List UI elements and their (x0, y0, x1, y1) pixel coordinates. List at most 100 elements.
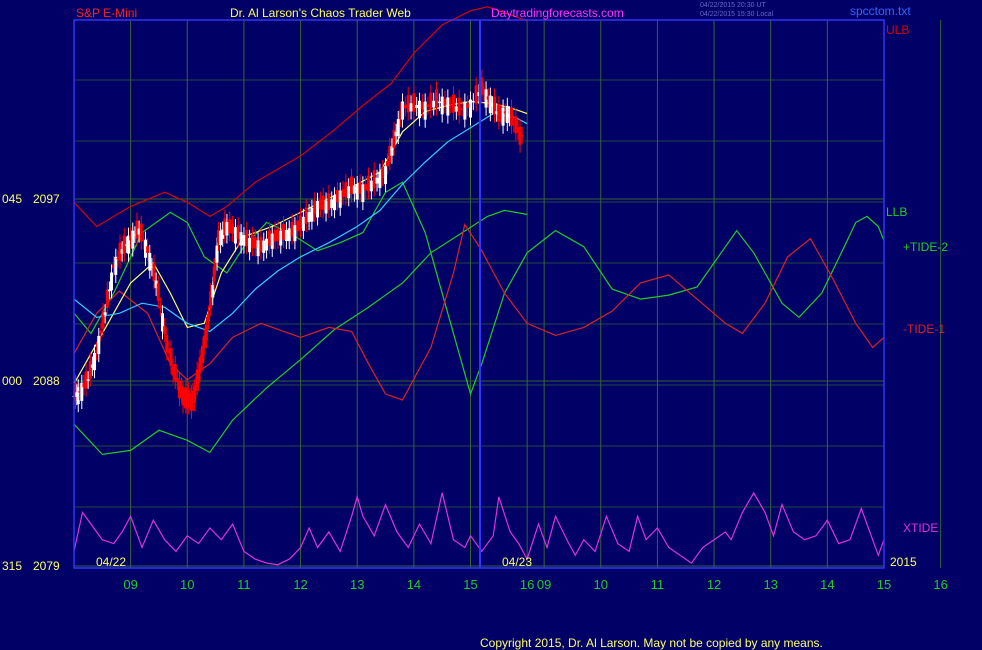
price-bar-body (321, 195, 325, 211)
time-ut: 04/22/2015 20:30 UT (700, 2, 766, 9)
price-bar-body (131, 230, 135, 249)
price-bar-body (466, 103, 470, 109)
date-label-day2: 04/23 (502, 555, 532, 569)
y-tick-label: 2097 (33, 192, 60, 206)
price-bar-body (415, 105, 419, 108)
site-title: Dr. Al Larson's Chaos Trader Web (230, 6, 411, 20)
copyright: Copyright 2015, Dr. Al Larson. May not b… (480, 636, 823, 650)
price-bar-body (163, 326, 167, 335)
price-bar-body (454, 106, 458, 112)
x-tick-label: 15 (463, 577, 477, 592)
price-bar-body (313, 200, 317, 214)
price-bar-body (378, 171, 382, 188)
price-bar-body (341, 188, 345, 197)
price-bar-body (361, 184, 365, 202)
price-bar-body (228, 219, 232, 234)
x-tick-label: 13 (763, 577, 777, 592)
price-bar-body (225, 222, 229, 236)
price-bar-body (256, 240, 260, 257)
x-tick-label: 11 (237, 577, 251, 592)
price-bar-body (403, 104, 407, 109)
price-bar-body (426, 104, 430, 107)
price-bar-body (262, 240, 266, 253)
price-bar-body (327, 193, 331, 211)
x-tick-label: 12 (707, 577, 721, 592)
price-bar-body (358, 182, 362, 194)
price-bar-body (287, 228, 291, 242)
x-tick-label: 14 (407, 577, 421, 592)
price-bar-body (352, 186, 356, 194)
legend-label: ULB (886, 23, 909, 37)
price-bar-body (204, 324, 208, 341)
price-bar-body (248, 237, 252, 253)
price-bar-body (99, 330, 103, 334)
price-bar-body (207, 313, 211, 322)
y-tick-label: 2079 (33, 559, 60, 573)
x-tick-label: 16 (520, 577, 534, 592)
price-bar-body (375, 177, 379, 184)
price-bar-body (242, 235, 246, 246)
price-bar-body (270, 233, 274, 249)
price-bar-body (290, 221, 294, 237)
file-name: spcctom.txt (850, 4, 911, 18)
price-bar-body (350, 176, 354, 195)
price-bar-body (520, 135, 524, 137)
x-tick-label: 14 (820, 577, 834, 592)
price-bar-body (396, 119, 400, 136)
price-bar-body (156, 283, 160, 301)
price-bar-body (253, 237, 257, 249)
x-tick-label: 13 (350, 577, 364, 592)
price-bar-body (429, 92, 433, 111)
x-tick-label: 10 (180, 577, 194, 592)
price-bar-body (335, 190, 339, 203)
price-bar-body (296, 220, 300, 232)
price-bar-body (310, 207, 314, 222)
price-bar-body (369, 180, 373, 192)
price-bar-body (299, 215, 303, 229)
price-bar-body (105, 289, 109, 308)
y-tick-left: 045 (2, 192, 22, 206)
x-tick-label: 09 (537, 577, 551, 592)
x-tick-label: 16 (933, 577, 947, 592)
price-bar-body (284, 229, 288, 242)
price-bar-body (510, 107, 514, 126)
price-bar-body (307, 212, 311, 223)
price-bar-body (250, 235, 254, 248)
price-bar-body (443, 99, 447, 106)
price-bar-body (423, 101, 427, 120)
price-bar-body (330, 199, 334, 209)
x-axis-labels: 09 10 11 12 13 14 15 16 09 10 11 12 13 14 15 16 (123, 577, 947, 592)
x-tick-label: 15 (877, 577, 891, 592)
legend-label: LLB (886, 205, 907, 219)
y-tick-left: 315 (2, 559, 22, 573)
price-bar-body (152, 262, 156, 281)
price-bar-body (236, 225, 240, 240)
price-bars (72, 69, 524, 419)
y-tick-label: 2088 (33, 374, 60, 388)
price-bar-body (460, 108, 464, 110)
price-bar-body (449, 104, 453, 106)
price-bar-body (139, 223, 143, 242)
price-bar-body (440, 96, 444, 115)
price-bar-body (457, 97, 461, 116)
price-bar-body (273, 229, 277, 242)
price-bar-body (318, 199, 322, 209)
price-bar-body (245, 229, 249, 246)
price-bar-body (432, 100, 436, 108)
price-bar-body (364, 183, 368, 191)
price-bar-body (158, 305, 162, 309)
price-bar-body (265, 238, 269, 251)
x-tick-label: 11 (651, 577, 665, 592)
price-bar-body (469, 99, 473, 118)
price-bar-body (384, 166, 388, 185)
legend-label: -TIDE-1 (903, 322, 945, 336)
legend-label: +TIDE-2 (903, 240, 948, 254)
price-bar-body (452, 94, 456, 113)
price-bar-body (276, 228, 280, 241)
price-bar-body (501, 107, 505, 126)
price-bar-body (259, 236, 263, 252)
price-bar-body (367, 175, 371, 192)
year-label: 2015 (890, 555, 917, 569)
price-bar-body (412, 93, 416, 112)
site-url[interactable]: Daytradingforecasts.com (491, 6, 624, 20)
